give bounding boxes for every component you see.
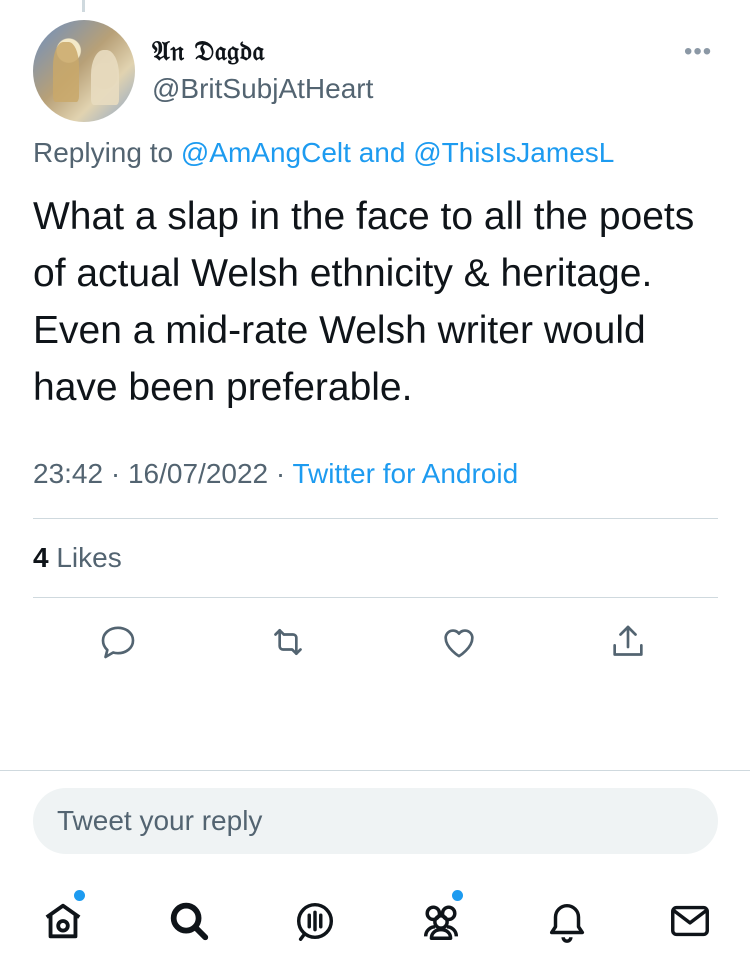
meta-separator: ·: [268, 458, 293, 489]
more-options-icon[interactable]: •••: [684, 40, 712, 64]
tweet-meta: 23:42 · 16/07/2022 · Twitter for Android: [33, 458, 518, 490]
share-icon[interactable]: [608, 622, 648, 662]
tweet-time[interactable]: 23:42: [33, 458, 103, 489]
avatar-figure: [91, 50, 119, 105]
tweet-date[interactable]: 16/07/2022: [128, 458, 268, 489]
tweet-source[interactable]: Twitter for Android: [293, 458, 519, 489]
search-icon[interactable]: [166, 898, 212, 944]
avatar-figure: [53, 42, 79, 102]
reply-input[interactable]: Tweet your reply: [33, 788, 718, 854]
divider: [33, 518, 718, 519]
home-notification-dot: [74, 890, 85, 901]
likes-label: Likes: [48, 542, 122, 573]
retweet-icon[interactable]: [268, 622, 308, 662]
likes-stat[interactable]: 4 Likes: [33, 542, 122, 574]
reply-conjunction: and: [350, 137, 414, 168]
display-name[interactable]: 𝔄𝔫 𝔇𝔞𝔤𝔡𝔞: [152, 36, 265, 68]
communities-notification-dot: [452, 890, 463, 901]
user-handle[interactable]: @BritSubjAtHeart: [152, 73, 373, 105]
replying-prefix: Replying to: [33, 137, 181, 168]
replying-to: Replying to @AmAngCelt and @ThisIsJamesL: [33, 137, 614, 169]
reply-icon[interactable]: [98, 622, 138, 662]
avatar[interactable]: [33, 20, 135, 122]
notifications-icon[interactable]: [544, 898, 590, 944]
reply-user-link[interactable]: @AmAngCelt: [181, 137, 351, 168]
meta-separator: ·: [103, 458, 128, 489]
compose-separator: [0, 770, 750, 771]
reply-user-link[interactable]: @ThisIsJamesL: [413, 137, 614, 168]
like-icon[interactable]: [439, 622, 479, 662]
divider: [33, 597, 718, 598]
communities-icon[interactable]: [418, 898, 464, 944]
messages-icon[interactable]: [667, 898, 713, 944]
thread-line: [82, 0, 85, 12]
home-icon[interactable]: [40, 898, 86, 944]
likes-count: 4: [33, 542, 49, 573]
tweet-text: What a slap in the face to all the poets…: [33, 195, 695, 409]
spaces-icon[interactable]: [292, 898, 338, 944]
